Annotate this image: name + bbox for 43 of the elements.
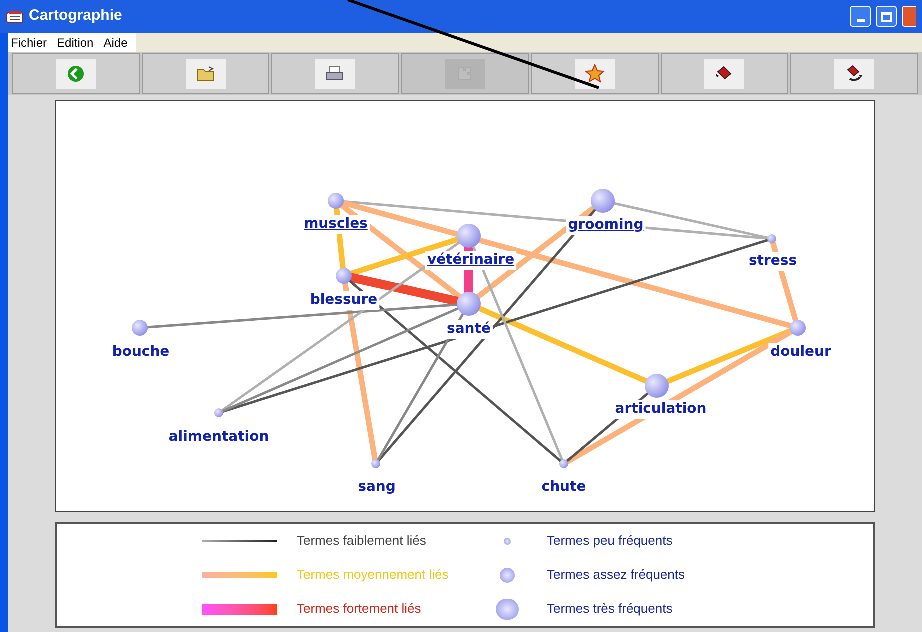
term-node[interactable] bbox=[457, 224, 481, 248]
printer-icon bbox=[325, 64, 346, 84]
close-button[interactable] bbox=[902, 6, 916, 27]
term-link[interactable]: grooming bbox=[568, 217, 644, 233]
back-icon bbox=[66, 64, 86, 84]
app-icon bbox=[6, 8, 24, 24]
term-label: sang bbox=[358, 479, 396, 495]
legend-text: Termes faiblement liés bbox=[297, 532, 426, 550]
term-node[interactable] bbox=[328, 193, 344, 209]
legend-text: Termes peu fréquents bbox=[547, 533, 673, 548]
term-label: santé bbox=[447, 321, 491, 337]
term-label: articulation bbox=[615, 401, 707, 417]
window-title: Cartographie bbox=[29, 6, 124, 26]
term-node[interactable] bbox=[790, 320, 806, 336]
term-node[interactable] bbox=[591, 189, 615, 213]
star-icon bbox=[584, 64, 605, 84]
term-link[interactable]: muscles bbox=[304, 216, 368, 232]
term-label: alimentation bbox=[168, 429, 270, 445]
term-link[interactable]: vétérinaire bbox=[427, 252, 515, 268]
term-node[interactable] bbox=[132, 320, 148, 336]
menu-item[interactable]: Edition bbox=[57, 34, 94, 52]
toolbar-button[interactable] bbox=[530, 53, 659, 94]
term-label: blessure bbox=[310, 292, 378, 308]
legend-text: Termes assez fréquents bbox=[547, 567, 686, 582]
folder-icon bbox=[196, 64, 216, 84]
legend-text: Termes moyennement liés bbox=[297, 566, 449, 584]
term-node[interactable] bbox=[645, 374, 669, 398]
term-label: bouche bbox=[112, 344, 170, 360]
term-node[interactable] bbox=[214, 408, 224, 418]
term-label: stress bbox=[748, 253, 798, 269]
menu-item[interactable]: Aide bbox=[104, 34, 128, 52]
legend-text: Termes fortement liés bbox=[297, 600, 422, 618]
term-node[interactable] bbox=[457, 292, 481, 316]
maximize-button[interactable] bbox=[876, 6, 897, 27]
term-label: chute bbox=[542, 479, 586, 495]
menu-item[interactable]: Fichier bbox=[11, 34, 48, 52]
term-node[interactable] bbox=[560, 460, 568, 468]
minimize-button[interactable] bbox=[850, 6, 871, 27]
term-node[interactable] bbox=[336, 268, 352, 284]
term-node[interactable] bbox=[768, 234, 776, 244]
term-node[interactable] bbox=[372, 460, 380, 468]
legend-text: Termes très fréquents bbox=[547, 601, 673, 616]
term-label: douleur bbox=[770, 344, 832, 360]
